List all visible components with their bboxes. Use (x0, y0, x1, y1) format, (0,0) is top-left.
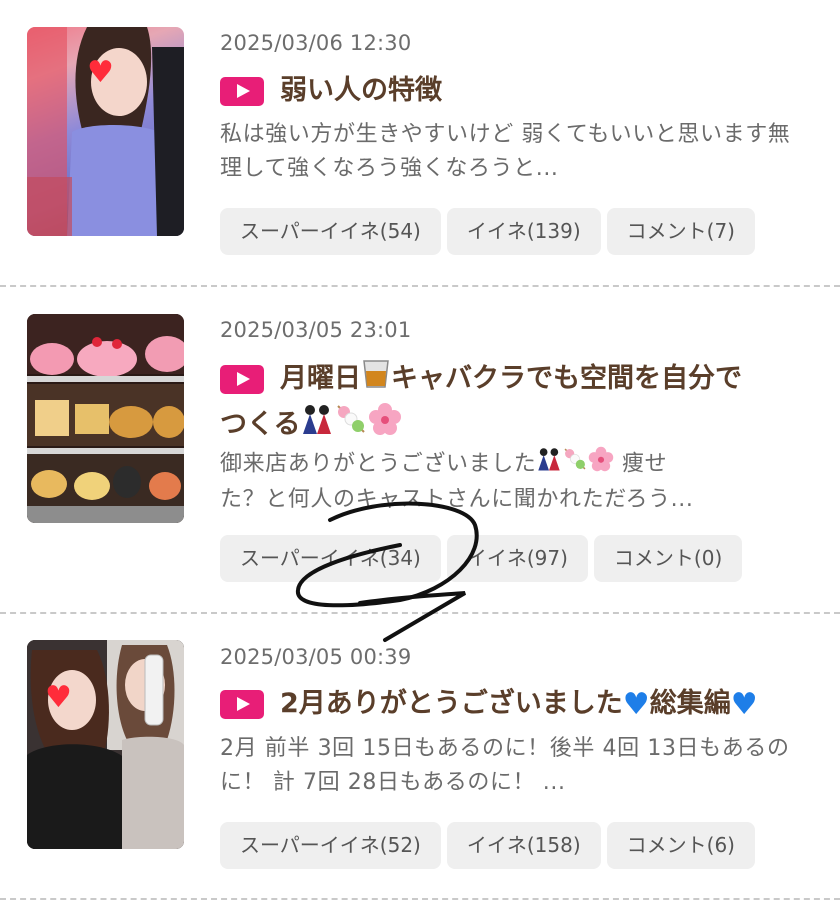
hina-dolls-icon (536, 446, 562, 483)
heart-sticker-icon: ♥ (87, 55, 114, 90)
post-title-part: 総集編 (649, 688, 731, 719)
post-title-row[interactable]: 月曜日 キャバクラでも空間を自分でつくる (220, 357, 820, 449)
comment-button[interactable]: コメント(6) (606, 822, 755, 869)
reaction-buttons: スーパーイイネ(52) イイネ(158) コメント(6) (220, 822, 761, 869)
post-title-part: つくる (220, 409, 301, 440)
like-button[interactable]: イイネ(158) (446, 822, 601, 869)
post-title-row[interactable]: 2月ありがとうございました♥総集編♥ (220, 683, 820, 726)
play-icon[interactable] (220, 365, 264, 394)
hina-dolls-icon (300, 402, 334, 449)
post-date: 2025/03/05 23:01 (220, 318, 412, 342)
post-title-part: 月曜日 (280, 363, 361, 394)
post-title[interactable]: 弱い人の特徴 (280, 75, 442, 106)
post-date: 2025/03/06 12:30 (220, 31, 412, 55)
divider (0, 285, 840, 287)
post-thumbnail[interactable]: ♥ (27, 27, 184, 236)
play-icon[interactable] (220, 689, 264, 719)
photo-cakes (27, 314, 184, 523)
post-title-part: 2月ありがとうございました (280, 688, 623, 719)
excerpt-part: 痩せ (614, 451, 668, 477)
blue-heart-icon: ♥ (730, 686, 758, 722)
cherry-blossom-icon (368, 402, 402, 449)
heart-sticker-icon: ♥ (45, 680, 72, 715)
post-title[interactable]: 月曜日 キャバクラでも空間を自分でつくる (220, 360, 742, 440)
super-like-button[interactable]: スーパーイイネ(52) (220, 822, 441, 869)
post-title-part: キャバクラでも空間を自分で (391, 363, 742, 394)
post-date: 2025/03/05 00:39 (220, 645, 412, 669)
post-thumbnail[interactable]: ♥ (27, 640, 184, 849)
post-title-row[interactable]: 弱い人の特徴 (220, 70, 820, 112)
post-title[interactable]: 2月ありがとうございました♥総集編♥ (280, 687, 758, 722)
comment-button[interactable]: コメント(0) (593, 535, 743, 582)
dango-icon (334, 402, 368, 449)
divider (0, 898, 840, 900)
post-excerpt: 私は強い方が生きやすいけど 弱くてもいいと思います無理して強くなろう強くなろうと… (220, 122, 791, 181)
photo-two-women (27, 640, 184, 849)
comment-button[interactable]: コメント(7) (606, 208, 755, 255)
cherry-blossom-icon (588, 446, 614, 483)
like-button[interactable]: イイネ(139) (446, 208, 601, 255)
handwritten-scribble (296, 501, 479, 642)
post-excerpt: 2月 前半 3回 15日もあるのに！後半 4回 13日もあるのに！ 計 7回 2… (220, 736, 790, 795)
blue-heart-icon: ♥ (622, 686, 650, 722)
excerpt-part: 御来店ありがとうございました (220, 451, 537, 477)
play-icon[interactable] (220, 76, 264, 106)
dango-icon (562, 446, 588, 483)
post-thumbnail[interactable] (27, 314, 184, 523)
reaction-buttons: スーパーイイネ(54) イイネ(139) コメント(7) (220, 208, 761, 255)
super-like-button[interactable]: スーパーイイネ(54) (220, 208, 441, 255)
whisky-glass-icon (361, 357, 391, 402)
